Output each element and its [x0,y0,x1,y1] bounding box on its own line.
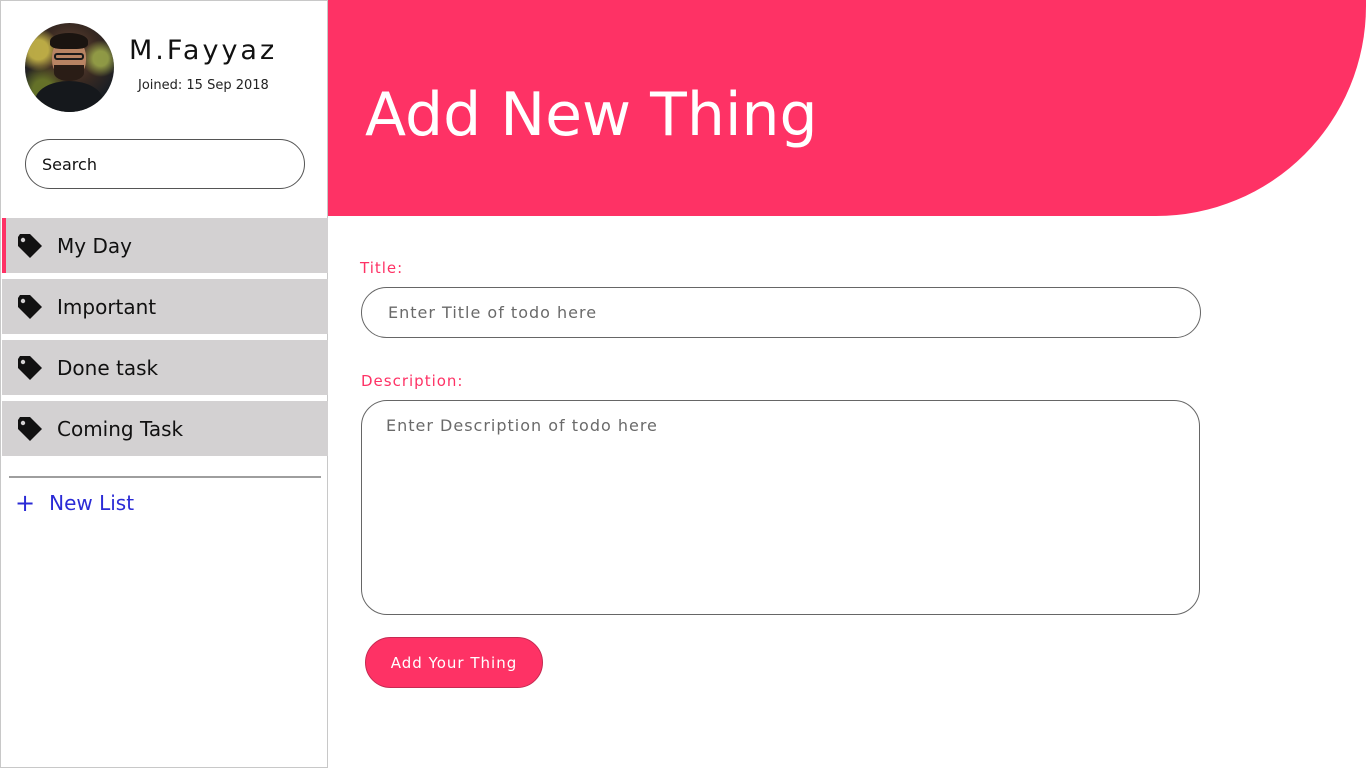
plus-icon: + [15,489,36,517]
tag-icon [18,234,42,258]
title-label: Title: [360,259,404,277]
add-your-thing-button[interactable]: Add Your Thing [365,637,543,688]
user-name: M.Fayyaz [129,35,278,66]
sidebar-item-done-task[interactable]: Done task [2,340,328,395]
description-label: Description: [361,372,464,390]
new-list-button[interactable]: + New List [15,488,134,518]
sidebar-divider [9,476,321,478]
tag-icon [18,295,42,319]
sidebar: M.Fayyaz Joined: 15 Sep 2018 My Day Impo… [0,0,328,768]
description-input[interactable] [361,400,1200,615]
page-header: Add New Thing [328,0,1366,216]
sidebar-item-label: Coming Task [57,416,184,441]
search-input[interactable] [25,139,305,189]
new-list-label: New List [49,491,135,515]
sidebar-item-label: Important [57,294,157,319]
sidebar-item-coming-task[interactable]: Coming Task [2,401,328,456]
sidebar-nav: My Day Important Done task Coming Task [2,218,328,462]
sidebar-item-label: My Day [57,233,132,258]
sidebar-item-important[interactable]: Important [2,279,328,334]
user-profile: M.Fayyaz Joined: 15 Sep 2018 [25,23,315,113]
joined-date: Joined: 15 Sep 2018 [138,78,269,93]
page-title: Add New Thing [365,80,818,150]
tag-icon [18,417,42,441]
title-input[interactable] [361,287,1201,338]
sidebar-item-label: Done task [57,355,159,380]
avatar[interactable] [25,23,114,112]
app: M.Fayyaz Joined: 15 Sep 2018 My Day Impo… [0,0,1366,768]
tag-icon [18,356,42,380]
sidebar-item-my-day[interactable]: My Day [2,218,328,273]
